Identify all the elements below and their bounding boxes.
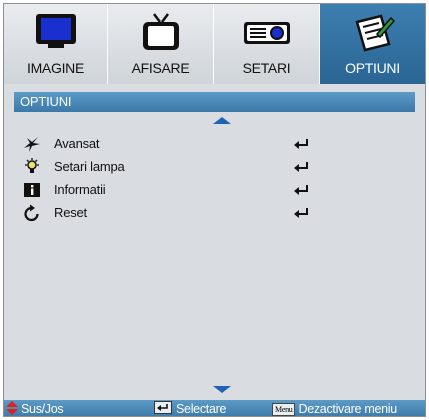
status-select-label: Selectare	[176, 402, 227, 416]
status-nav-label: Sus/Jos	[21, 402, 64, 416]
scroll-down-arrow-icon[interactable]	[213, 386, 231, 393]
tab-optiuni[interactable]: OPTIUNI	[320, 4, 425, 84]
tab-label: SETARI	[242, 60, 291, 76]
menu-item-informatii[interactable]: Informatii	[22, 180, 322, 200]
status-nav-hint: Sus/Jos	[6, 401, 64, 416]
tab-label: AFISARE	[131, 60, 190, 76]
menu-item-avansat[interactable]: Avansat	[22, 134, 322, 154]
up-down-arrows-icon	[6, 401, 18, 416]
status-exit-hint: Menu Dezactivare meniu	[272, 401, 397, 416]
status-select-hint: Selectare	[154, 401, 227, 416]
status-exit-label: Dezactivare meniu	[298, 402, 397, 416]
lamp-icon	[22, 157, 42, 177]
enter-key-icon	[154, 401, 172, 414]
menu-item-label: Avansat	[54, 136, 100, 151]
menu-item-label: Informatii	[54, 182, 106, 197]
osd-menu-window: IMAGINE AFISARE SETARI OPTIUNI OPTIUNI A…	[3, 3, 426, 417]
status-bar: Sus/Jos Selectare Menu Dezactivare meniu	[4, 400, 425, 416]
menu-item-label: Setari lampa	[54, 159, 125, 174]
scroll-up-arrow-icon[interactable]	[213, 117, 231, 124]
panel-title: OPTIUNI	[14, 92, 415, 112]
menu-key-icon: Menu	[272, 403, 296, 416]
menu-item-label: Reset	[54, 205, 87, 220]
tab-label: IMAGINE	[26, 60, 85, 76]
tab-label: OPTIUNI	[345, 60, 400, 76]
enter-icon	[292, 183, 310, 201]
tab-imagine[interactable]: IMAGINE	[4, 4, 108, 84]
enter-icon	[292, 160, 310, 178]
info-icon	[22, 180, 42, 200]
menu-item-reset[interactable]: Reset	[22, 203, 322, 223]
reset-icon	[22, 203, 42, 223]
enter-icon	[292, 137, 310, 155]
notepad-icon	[351, 12, 395, 57]
tab-setari[interactable]: SETARI	[214, 4, 320, 84]
monitor-icon	[34, 12, 78, 55]
enter-icon	[292, 206, 310, 224]
projector-icon	[242, 12, 292, 55]
star-icon	[22, 134, 42, 154]
tv-icon	[139, 12, 183, 59]
menu-item-setari-lampa[interactable]: Setari lampa	[22, 157, 322, 177]
tab-bar: IMAGINE AFISARE SETARI OPTIUNI	[4, 4, 425, 84]
tab-afisare[interactable]: AFISARE	[108, 4, 214, 84]
